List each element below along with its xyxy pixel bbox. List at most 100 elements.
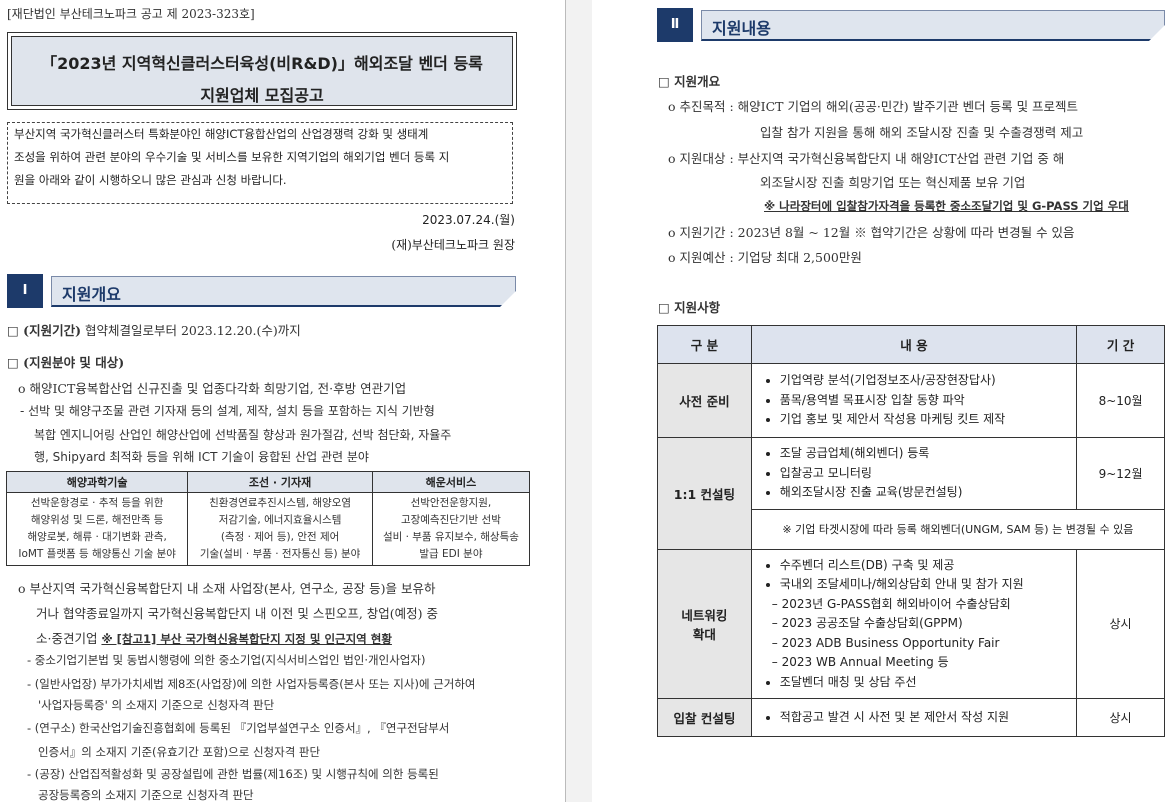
right-page: Ⅱ 지원내용 □ 지원개요 o 추진목적 : 해양ICT 기업의 해외(공공·민… — [592, 0, 1169, 802]
table-cell: 친환경연료추진시스템, 해양오염 저감기술, 에너지효율시스템 (측정 · 제어… — [187, 492, 373, 566]
table-content: 기업역량 분석(기업정보조사/공장현장답사) 품목/용역별 목표시장 입찰 동향… — [750, 363, 1078, 438]
section-header-2: Ⅱ 지원내용 — [657, 8, 1165, 42]
budget-line: o 지원예산 : 기업당 최대 2,500만원 — [668, 250, 862, 265]
cell-line: 해양로봇, 해류 · 대기변화 관측, — [27, 531, 167, 543]
table-content: 적합공고 발견 시 사전 및 본 제안서 작성 지원 — [750, 698, 1078, 737]
notice-date: 2023.07.24.(월) — [422, 213, 515, 227]
target-item: 소·중견기업 ※ [참고1] 부산 국가혁신융복합단지 지정 및 인근지역 현황 — [36, 628, 392, 647]
support-period-text: 협약체결일로부터 2023.12.20.(수)까지 — [81, 323, 301, 338]
list-item: 수주벤더 리스트(DB) 구축 및 제공 — [780, 556, 1070, 576]
target-line: 외조달시장 진출 희망기업 또는 혁신제품 보유 기업 — [760, 175, 1026, 190]
cell-line: 저감기술, 에너지효율시스템 — [218, 514, 342, 526]
sub-item: – 2023년 G-PASS협회 해외바이어 수출상담회 — [771, 596, 1011, 611]
target-note: ※ 나라장터에 입찰참가자격을 등록한 중소조달기업 및 G-PASS 기업 우… — [764, 199, 1129, 213]
target-item: o 부산지역 국가혁신융복합단지 내 소재 사업장(본사, 연구소, 공장 등)… — [18, 581, 436, 596]
target-desc: - (일반사업장) 부가가치세법 제8조(사업장)에 의한 사업자등록증(본사 … — [27, 677, 476, 691]
title-line1: 「2023년 지역혁신클러스터육성(비R&D)」해외조달 벤더 등록 — [41, 54, 483, 73]
table-header: 기 간 — [1076, 325, 1165, 364]
target-desc: '사업자등록증' 의 소재지 기준으로 신청자격 판단 — [38, 698, 275, 712]
cell-line: 고장예측진단기반 선박 — [400, 514, 501, 526]
purpose-line: o 추진목적 : 해양ICT 기업의 해외(공공·민간) 발주기관 벤더 등록 … — [668, 99, 1079, 114]
target-line: o 지원대상 : 부산지역 국가혁신융복합단지 내 해양ICT산업 관련 기업 … — [668, 151, 1065, 166]
list-item: 적합공고 발견 시 사전 및 본 제안서 작성 지원 — [780, 708, 1070, 728]
left-page: [재단법인 부산테크노파크 공고 제 2023-323호] 「2023년 지역혁… — [0, 0, 565, 802]
section-number: Ⅱ — [657, 8, 693, 42]
target-desc: 인증서』의 소재지 기준(유효기간 포함)으로 신청자격 판단 — [38, 745, 321, 759]
category-line: 확대 — [692, 626, 716, 642]
notice-number: [재단법인 부산테크노파크 공고 제 2023-323호] — [7, 7, 255, 21]
cell-line: 친환경연료추진시스템, 해양오염 — [209, 497, 352, 509]
section-number: Ⅰ — [7, 274, 43, 308]
table-category: 네트워킹 확대 — [657, 548, 752, 699]
cell-line: 선박운항경로 · 추적 등을 위한 — [30, 497, 164, 509]
table-period: 9~12월 — [1076, 437, 1165, 510]
list-item: 기업역량 분석(기업정보조사/공장현장답사) — [780, 371, 1070, 391]
table-content: 수주벤더 리스트(DB) 구축 및 제공 국내외 조달세미나/해외상담회 안내 … — [750, 548, 1078, 699]
purpose-line: 입찰 참가 지원을 통해 해외 조달시장 진출 및 수출경쟁력 제고 — [760, 125, 1084, 140]
overview-label: □ 지원개요 — [658, 74, 721, 89]
sub-item: – 2023 WB Annual Meeting 등 — [771, 655, 949, 669]
table-header: 해양과학기술 — [5, 471, 189, 493]
target-desc: 공장등록증의 소재지 기준으로 신청자격 판단 — [38, 788, 254, 802]
title-box: 「2023년 지역혁신클러스터육성(비R&D)」해외조달 벤더 등록 지원업체 … — [7, 32, 517, 110]
field-desc: - 선박 및 해양구조물 관련 기자재 등의 설계, 제작, 설치 등을 포함하… — [20, 404, 435, 418]
cell-line: 선박안전운항지원, — [410, 497, 492, 509]
sub-item: – 2023 ADB Business Opportunity Fair — [771, 635, 1000, 650]
table-period: 8~10월 — [1076, 363, 1165, 438]
period-line: o 지원기간 : 2023년 8월 ~ 12월 ※ 협약기간은 상황에 따라 변… — [668, 225, 1075, 240]
support-period: □ (지원기간) 협약체결일로부터 2023.12.20.(수)까지 — [7, 320, 301, 339]
target-desc: - (공장) 산업집적활성화 및 공장설립에 관한 법률(제16조) 및 시행규… — [27, 767, 439, 781]
cell-line: 발급 EDI 분야 — [419, 548, 483, 560]
sub-item: – 2023 공공조달 수출상담회(GPPM) — [771, 616, 963, 630]
list-item: 입찰공고 모니터링 — [780, 464, 1070, 484]
field-desc: 행, Shipyard 최적화 등을 위해 ICT 기술이 융합된 산업 관련 … — [34, 450, 369, 464]
cell-line: 설비 · 부품 유지보수, 해상특송 — [382, 531, 519, 543]
category-line: 네트워킹 — [681, 607, 728, 623]
section-title: 지원내용 — [712, 19, 771, 38]
table-header: 구 분 — [657, 325, 752, 364]
list-item: 품목/용역별 목표시장 입찰 동향 파악 — [780, 391, 1070, 411]
intro-box: 부산지역 국가혁신클러스터 특화분야인 해양ICT융합산업의 산업경쟁력 강화 … — [7, 122, 513, 204]
table-header: 해운서비스 — [371, 471, 531, 493]
table-category: 1:1 컨설팅 — [657, 437, 752, 550]
section-header-1: Ⅰ 지원개요 — [7, 274, 516, 308]
page-gutter — [565, 0, 594, 802]
cell-line: (측정 · 제어 등), 안전 제어 — [220, 531, 340, 543]
list-item: 해외조달시장 진출 교육(방문컨설팅) — [780, 483, 1070, 503]
table-period: 상시 — [1076, 548, 1165, 699]
section-title: 지원개요 — [62, 285, 121, 304]
cell-line: 해양위성 및 드론, 해전만족 등 — [30, 514, 164, 526]
list-item: 기업 홍보 및 제안서 작성용 마케팅 킷트 제작 — [780, 410, 1070, 430]
table-header: 조선 · 기자재 — [187, 471, 373, 493]
table-category: 입찰 컨설팅 — [657, 698, 752, 737]
target-desc: - 중소기업기본법 및 동법시행령에 의한 중소기업(지식서비스업인 법인·개인… — [27, 653, 426, 667]
target-item-text: 소·중견기업 — [36, 631, 102, 646]
field-item: o 해양ICT융복합산업 신규진출 및 업종다각화 희망기업, 전·후방 연관기… — [18, 381, 407, 396]
field-desc: 복합 엔지니어링 산업인 해양산업에 선박품질 향상과 원가절감, 선박 첨단화… — [34, 428, 452, 442]
support-period-label: □ (지원기간) — [7, 323, 81, 338]
list-item: 조달 공급업체(해외벤더) 등록 — [780, 444, 1070, 464]
target-desc: - (연구소) 한국산업기술진흥협회에 등록된 『기업부설연구소 인증서』, 『… — [27, 721, 450, 735]
cell-line: 기술(설비 · 부품 · 전자통신 등) 분야 — [199, 548, 361, 560]
support-table: 구 분 내 용 기 간 사전 준비 기업역량 분석(기업정보조사/공장현장답사)… — [657, 325, 1166, 737]
table-period: 상시 — [1076, 698, 1165, 737]
intro-line: 부산지역 국가혁신클러스터 특화분야인 해양ICT융합산업의 산업경쟁력 강화 … — [14, 127, 429, 141]
title-line2: 지원업체 모집공고 — [200, 86, 324, 105]
cell-line: IoMT 플랫폼 등 해양통신 기술 분야 — [18, 548, 176, 560]
list-item: 조달벤더 매칭 및 상담 주선 — [780, 673, 1070, 693]
table-cell: 선박운항경로 · 추적 등을 위한 해양위성 및 드론, 해전만족 등 해양로봇… — [5, 492, 189, 566]
support-field-label: □ (지원분야 및 대상) — [7, 355, 125, 370]
issuing-org: (재)부산테크노파크 원장 — [391, 238, 515, 252]
details-label: □ 지원사항 — [658, 300, 721, 315]
table-content: 조달 공급업체(해외벤더) 등록 입찰공고 모니터링 해외조달시장 진출 교육(… — [750, 437, 1078, 510]
table-header: 내 용 — [750, 325, 1078, 364]
intro-line: 조성을 위하여 관련 분야의 우수기술 및 서비스를 보유한 지역기업의 해외기… — [14, 150, 450, 164]
list-item: 국내외 조달세미나/해외상담회 안내 및 참가 지원 — [780, 575, 1070, 595]
table-category: 사전 준비 — [657, 363, 752, 438]
target-item: 거나 협약종료일까지 국가혁신융복합단지 내 이전 및 스핀오프, 창업(예정)… — [36, 606, 439, 621]
table-cell: 선박안전운항지원, 고장예측진단기반 선박 설비 · 부품 유지보수, 해상특송… — [371, 492, 531, 566]
field-table: 해양과학기술 조선 · 기자재 해운서비스 선박운항경로 · 추적 등을 위한 … — [5, 471, 531, 566]
intro-line: 원을 아래와 같이 시행하오니 많은 관심과 신청 바랍니다. — [14, 173, 287, 187]
reference-link[interactable]: ※ [참고1] 부산 국가혁신융복합단지 지정 및 인근지역 현황 — [101, 632, 391, 646]
table-note: ※ 기업 타겟시장에 따라 등록 해외벤더(UNGM, SAM 등) 는 변경될… — [750, 508, 1166, 550]
